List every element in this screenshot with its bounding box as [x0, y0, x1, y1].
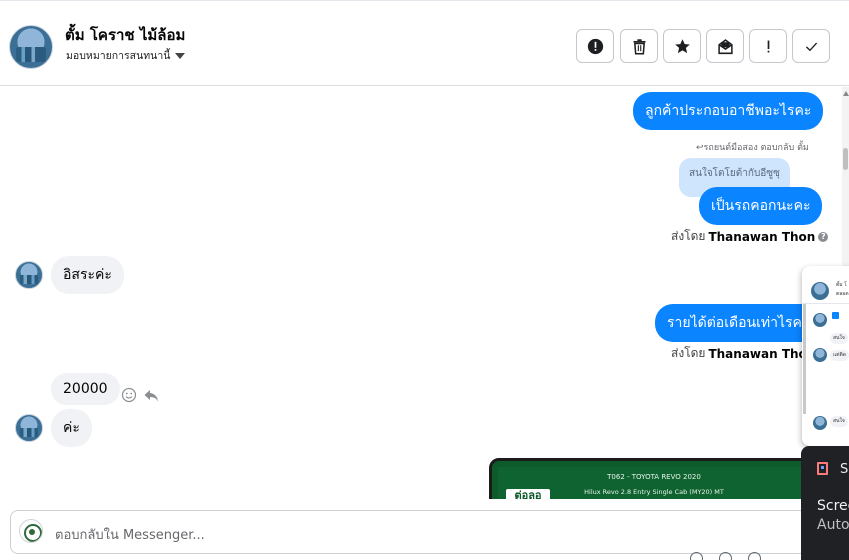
spam-button[interactable]	[749, 29, 787, 63]
message-thread[interactable]: ลูกค้าประกอบอาชีพอะไรคะ ↩รถยนต์มือสอง ตอ…	[0, 87, 849, 499]
image-attachment[interactable]: T062 - TOYOTA REVO 2020 Hilux Revo 2.8 E…	[489, 458, 819, 499]
sender-name[interactable]: Thanawan Thon	[708, 230, 815, 244]
reply-context-label: ↩รถยนต์มือสอง ตอบกลับ ตั้ม	[696, 143, 809, 153]
scroll-up-arrow-icon[interactable]	[843, 91, 849, 96]
outgoing-message[interactable]: เป็นรถคอกนะคะ	[699, 187, 823, 225]
report-button[interactable]	[576, 29, 614, 63]
outgoing-message[interactable]: รายได้ต่อเดือนเท่าไรคะ	[655, 304, 822, 342]
mini-avatar	[813, 313, 827, 327]
scrollbar-thumb[interactable]	[843, 148, 848, 170]
outgoing-message[interactable]: ลูกค้าประกอบอาชีพอะไรคะ	[633, 92, 824, 130]
sent-by-label: ส่งโดย Thanawan Thon	[671, 344, 815, 363]
mini-contact-avatar	[811, 282, 829, 300]
page-avatar	[19, 519, 43, 543]
contact-avatar[interactable]	[15, 261, 43, 289]
reply-composer[interactable]: ตอบกลับใน Messenger...	[10, 510, 849, 554]
emoji-react-icon[interactable]	[121, 387, 137, 403]
caret-down-icon	[175, 53, 186, 59]
trash-icon	[633, 38, 645, 54]
reply-input-placeholder[interactable]: ตอบกลับใน Messenger...	[55, 524, 205, 545]
car-title: T062 - TOYOTA REVO 2020	[607, 473, 701, 481]
mini-message: สนใจ	[830, 333, 848, 344]
system-notification[interactable]: S Scree Auto	[801, 446, 849, 560]
image-icon[interactable]	[719, 552, 732, 560]
emoji-icon[interactable]	[748, 552, 761, 560]
mini-scrollbar[interactable]	[803, 304, 806, 414]
notification-title: Scree	[817, 498, 849, 514]
sent-by-label: ส่งโดย Thanawan Thon ?	[671, 227, 829, 246]
reply-icon[interactable]	[143, 387, 159, 403]
sent-by-prefix: ส่งโดย	[671, 229, 706, 243]
incoming-message[interactable]: 20000	[51, 373, 120, 405]
mini-avatar	[813, 348, 827, 362]
inbox-conversation: ตั้ม โคราช ไม้ล้อม มอบหมายการสนทนานี้ ลู…	[0, 0, 849, 560]
assign-label: มอบหมายการสนทนานี้	[66, 50, 171, 62]
incoming-message[interactable]: อิสระค่ะ	[51, 256, 124, 294]
sender-name[interactable]: Thanawan Thon	[708, 347, 815, 361]
star-icon	[674, 38, 690, 53]
composer-tools	[690, 552, 761, 560]
mini-contact-name: ตั้ม โ	[836, 282, 847, 288]
alert-circle-icon	[587, 38, 603, 54]
done-button[interactable]	[792, 29, 830, 63]
help-icon[interactable]: ?	[818, 231, 829, 242]
mini-divider	[802, 303, 849, 304]
star-button[interactable]	[663, 29, 701, 63]
attach-icon[interactable]	[690, 552, 703, 560]
contact-avatar[interactable]	[9, 25, 53, 69]
check-icon	[805, 42, 817, 51]
mini-message: แต่ติด	[830, 350, 849, 361]
app-icon	[817, 462, 828, 475]
incoming-message[interactable]: ค่ะ	[51, 409, 92, 447]
notification-subtitle: Auto	[817, 517, 849, 533]
notification-app-name: S	[840, 462, 849, 477]
mini-message: สนใจ	[830, 416, 848, 427]
sent-by-prefix: ส่งโดย	[671, 346, 706, 360]
dealer-logo: ต่อลอ	[506, 489, 550, 499]
exclamation-icon	[767, 40, 769, 52]
mark-unread-button[interactable]	[706, 29, 744, 63]
contact-name[interactable]: ตั้ม โคราช ไม้ล้อม	[65, 23, 185, 47]
assign-conversation-dropdown[interactable]: มอบหมายการสนทนานี้	[66, 47, 186, 64]
conversation-header: ตั้ม โคราช ไม้ล้อม มอบหมายการสนทนานี้	[0, 0, 849, 86]
delete-button[interactable]	[620, 29, 658, 63]
mini-avatar	[813, 416, 827, 430]
envelope-open-icon	[717, 38, 733, 54]
mini-chat-popup[interactable]: ตั้ม โ ตลอด สนใจ แต่ติด สนใจ	[802, 266, 849, 446]
mini-contact-sub: ตลอด	[836, 291, 849, 297]
contact-avatar[interactable]	[15, 414, 43, 442]
like-icon	[832, 312, 839, 319]
